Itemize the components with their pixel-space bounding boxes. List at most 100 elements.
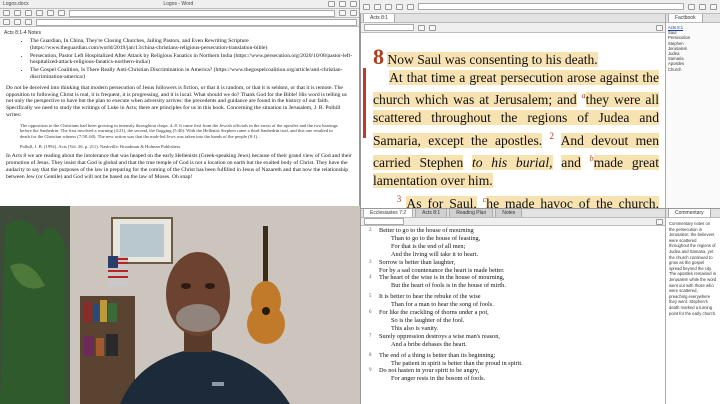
doc-title: Logos.docx	[3, 1, 29, 7]
verse-number: 8	[369, 352, 372, 358]
tools-icon[interactable]	[407, 3, 414, 10]
commentary-text: Commentary notes on the persecution in J…	[669, 221, 717, 316]
tab-ecclesiastes[interactable]: Ecclesiastes 7:2	[363, 209, 414, 217]
verse-line: 9 Do not hasten in your spirit to be angr…	[369, 367, 661, 375]
close-icon[interactable]	[350, 1, 357, 7]
verse-number: 2	[369, 228, 372, 233]
webcam-video	[0, 206, 360, 404]
save-icon[interactable]	[3, 10, 10, 16]
docs-icon[interactable]	[385, 3, 392, 10]
layout-icon[interactable]	[688, 3, 695, 10]
doc-titlebar: Logos.docx Logos - Word	[0, 0, 359, 9]
reference-input[interactable]	[364, 218, 404, 225]
verse-line: For anger rests in the bosom of fools.	[369, 375, 661, 383]
verse-text: The patient in spirit is better than the…	[391, 359, 523, 367]
verse-line: And a bribe debases the heart.	[369, 341, 661, 349]
style-field[interactable]	[36, 18, 357, 26]
verse-line: 8 The end of a thing is better than its b…	[369, 352, 661, 360]
verse-number: 3	[396, 194, 402, 205]
verse-line: 7 Surely oppression destroys a wise man's…	[369, 333, 661, 341]
panel-menu-icon[interactable]	[656, 24, 663, 31]
guides-icon[interactable]	[396, 3, 403, 10]
paragraph: Do not be deceived into thinking that mo…	[6, 84, 347, 118]
verse-text: Surely oppression destroys a wise man's …	[379, 332, 500, 340]
bold-icon[interactable]	[36, 10, 43, 16]
reference-input[interactable]	[364, 24, 414, 31]
quote-citation: Polhill, J. B. (1992). Acts (Vol. 26, p.…	[20, 143, 182, 149]
verse-line: This also is vanity.	[369, 325, 661, 333]
settings-icon[interactable]	[699, 3, 706, 10]
verse-text: For like the crackling of thorns under a…	[379, 309, 489, 317]
factbook-tabbar: Factbook	[666, 14, 720, 23]
verse-text: The end of a thing is better than its be…	[379, 351, 496, 359]
verse-text: and	[561, 154, 581, 170]
commentary-tabbar: Commentary	[666, 209, 720, 218]
italic-icon[interactable]	[47, 10, 54, 16]
verse-text: Than for a man to hear the song of fools…	[391, 301, 494, 309]
eccl-toolbar	[361, 218, 665, 226]
account-icon[interactable]	[710, 3, 717, 10]
list-icon[interactable]	[350, 10, 357, 16]
paragraph: In Acts 8 we are reading about the intol…	[6, 153, 352, 180]
verse-text: And the living will take it to heart.	[391, 250, 479, 258]
verse-text: The heart of the wise is in the house of…	[379, 274, 505, 282]
verse-line: The patient in spirit is better than the…	[369, 360, 661, 368]
verse-line: For that is the end of all men;	[369, 243, 661, 251]
verse-text-italic: to his burial,	[472, 154, 553, 170]
list-item[interactable]: Church	[668, 67, 718, 72]
color-icon[interactable]	[25, 19, 32, 25]
tab-factbook[interactable]: Factbook	[668, 14, 703, 22]
verse-number: 4	[369, 275, 372, 281]
doc-window-title: Logos - Word	[163, 1, 194, 7]
doc-menu-bar	[0, 9, 359, 18]
list-item: Persecution, Pastor Left Hospitalized Af…	[30, 53, 354, 67]
eccl-text[interactable]: 2 Better to go to the house of mourning Th…	[369, 227, 661, 383]
style-icon[interactable]	[3, 19, 10, 25]
commentary-panel: Commentary Commentary notes on the perse…	[665, 208, 720, 404]
tab-acts[interactable]: Acts 8:1	[363, 14, 396, 22]
verse-text: Sorrow is better than laughter,	[379, 258, 456, 266]
verse-text: Better to go to the house of mourning	[379, 227, 474, 234]
align-icon[interactable]	[339, 10, 346, 16]
undo-icon[interactable]	[14, 10, 21, 16]
tab-acts[interactable]: Acts 8:1	[415, 209, 448, 217]
indent-icon[interactable]	[14, 19, 21, 25]
verse-text: As for Saul,	[406, 195, 477, 208]
doc-heading: Acts 8:1-4 Notes	[4, 30, 41, 36]
verse-text: Do not hasten in your spirit to be angry…	[379, 367, 480, 375]
verse-line: 3 Sorrow is better than laughter,	[369, 259, 661, 267]
verse-number: 2	[549, 131, 554, 142]
verse-line: So is the laughter of the fool.	[369, 317, 661, 325]
verse-line: 4 The heart of the wise is in the house o…	[369, 274, 661, 282]
eccl-tabbar: Ecclesiastes 7:2 Acts 8:1 Reading Plan N…	[361, 209, 665, 218]
tab-reading-plan[interactable]: Reading Plan	[449, 209, 494, 217]
bible-toolbar	[361, 23, 665, 33]
verse-text: So is the laughter of the fool.	[391, 316, 465, 324]
tab-notes[interactable]: Notes	[495, 209, 523, 217]
tab-commentary[interactable]: Commentary	[668, 209, 711, 217]
verse-line: 5 It is better to hear the rebuke of the …	[369, 293, 661, 301]
document-body[interactable]: The Guardian, In China, They're Closing …	[6, 38, 354, 180]
go-box-input[interactable]	[418, 3, 684, 10]
library-icon[interactable]	[374, 3, 381, 10]
underline-icon[interactable]	[58, 10, 65, 16]
block-quote: The opposition to the Christians had bee…	[20, 122, 338, 139]
verse-line: Than to go to the house of feasting,	[369, 235, 661, 243]
home-icon[interactable]	[363, 3, 370, 10]
panel-menu-icon[interactable]	[656, 218, 663, 225]
verse-number: 5	[369, 294, 372, 300]
minimize-icon[interactable]	[328, 1, 335, 7]
app-toolbar	[360, 0, 720, 14]
verse-number: 6	[369, 310, 372, 316]
forward-icon[interactable]	[429, 24, 436, 31]
bible-panel: Acts 8:1 8 Now Saul was consenting to hi…	[360, 14, 665, 208]
maximize-icon[interactable]	[339, 1, 346, 7]
verse-text: For anger rests in the bosom of fools.	[391, 375, 486, 383]
verse-text: Now Saul was consenting to his death.	[387, 52, 598, 67]
ecclesiastes-panel: Ecclesiastes 7:2 Acts 8:1 Reading Plan N…	[360, 208, 665, 404]
bible-text[interactable]: 8 Now Saul was consenting to his death. …	[373, 46, 660, 208]
back-icon[interactable]	[418, 24, 425, 31]
font-selector[interactable]	[69, 9, 335, 17]
list-item: The Gospel Coalition, Is There Really An…	[30, 67, 354, 81]
redo-icon[interactable]	[25, 10, 32, 16]
